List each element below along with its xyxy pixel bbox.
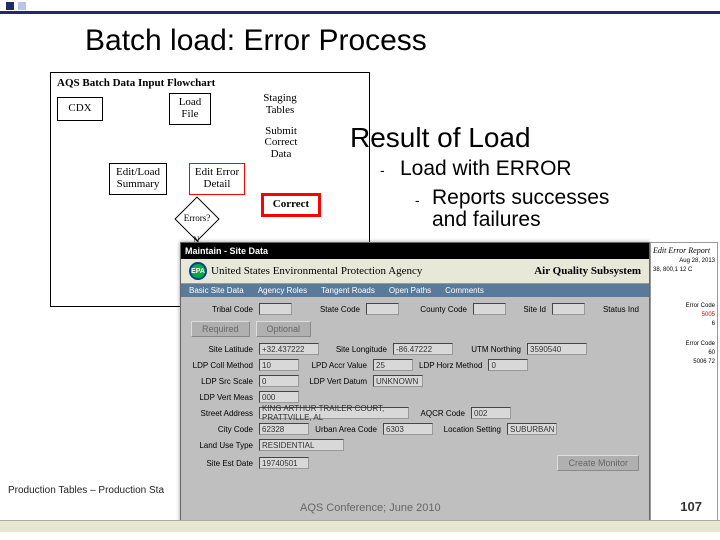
- report-label: Error Code: [653, 303, 715, 309]
- label-vdat: LDP Vert Datum: [305, 377, 367, 386]
- label-lon: Site Longitude: [325, 345, 387, 354]
- flow-editload: Edit/Load Summary: [109, 163, 167, 195]
- app-header: EPA United States Environmental Protecti…: [181, 259, 649, 284]
- subsystem-label: Air Quality Subsystem: [534, 265, 641, 277]
- label-coll: LDP Coll Method: [191, 361, 253, 370]
- result-line1: Load with ERROR: [400, 157, 572, 181]
- input-uar[interactable]: 6303: [383, 423, 433, 435]
- report-val: 5006 72: [653, 359, 715, 365]
- label-hmeth: LDP Horz Method: [419, 361, 482, 370]
- label-setting: Location Setting: [439, 425, 501, 434]
- label-status: Status Ind: [591, 305, 639, 314]
- input-setting[interactable]: SUBURBAN: [507, 423, 557, 435]
- tab-tangent[interactable]: Tangent Roads: [321, 286, 375, 295]
- input-lon[interactable]: -86.47222: [393, 343, 453, 355]
- footer-left: Production Tables – Production Sta: [8, 485, 164, 496]
- flow-submit: Submit Correct Data: [253, 121, 309, 165]
- label-est: Site Est Date: [191, 459, 253, 468]
- report-val: 5005: [653, 312, 715, 318]
- label-lat: Site Latitude: [191, 345, 253, 354]
- input-est[interactable]: 19740501: [259, 457, 309, 469]
- label-land: Land Use Type: [191, 441, 253, 450]
- report-val: 6: [653, 321, 715, 327]
- tab-required[interactable]: Required: [191, 321, 250, 337]
- tab-basic[interactable]: Basic Site Data: [189, 286, 244, 295]
- flow-load: Load File: [169, 93, 211, 125]
- epa-logo-icon: EPA: [189, 262, 207, 280]
- tab-agency[interactable]: Agency Roles: [258, 286, 307, 295]
- flow-heading: AQS Batch Data Input Flowchart: [51, 73, 369, 93]
- taskbar: [0, 520, 720, 532]
- report-date: Aug 28, 2013: [653, 258, 715, 264]
- input-vmeas[interactable]: 000: [259, 391, 299, 403]
- app-window: Maintain - Site Data EPA United States E…: [180, 242, 650, 524]
- input-src[interactable]: 0: [259, 375, 299, 387]
- input-aqcr[interactable]: 002: [471, 407, 511, 419]
- label-utm: UTM Northing: [459, 345, 521, 354]
- label-src: LDP Src Scale: [191, 377, 253, 386]
- input-county[interactable]: [473, 303, 506, 315]
- bullet-dash: -: [380, 162, 385, 178]
- label-acc: LPD Accr Value: [305, 361, 367, 370]
- label-county: County Code: [405, 305, 467, 314]
- tab-optional[interactable]: Optional: [256, 321, 312, 337]
- error-report-preview: Edit Error Report Aug 28, 2013 38, 800,1…: [650, 242, 718, 524]
- input-utm[interactable]: 3590540: [527, 343, 587, 355]
- flow-cdx: CDX: [57, 97, 103, 121]
- input-siteid[interactable]: [552, 303, 585, 315]
- input-hmeth[interactable]: 0: [488, 359, 528, 371]
- input-city[interactable]: 62328: [259, 423, 309, 435]
- result-line2: Reports successes and failures: [432, 187, 609, 231]
- label-aqcr: AQCR Code: [415, 409, 465, 418]
- flow-errors-decision: Errors? N: [175, 213, 219, 243]
- brand-text: United States Environmental Protection A…: [211, 265, 422, 277]
- label-siteid: Site Id: [512, 305, 546, 314]
- input-land[interactable]: RESIDENTIAL: [259, 439, 344, 451]
- input-lat[interactable]: +32.437222: [259, 343, 319, 355]
- input-acc[interactable]: 25: [373, 359, 413, 371]
- input-vdat[interactable]: UNKNOWN: [373, 375, 423, 387]
- footer-conference: AQS Conference; June 2010: [300, 502, 441, 514]
- input-coll[interactable]: 10: [259, 359, 299, 371]
- bullet-dash: -: [415, 192, 420, 208]
- page-title: Batch load: Error Process: [0, 14, 720, 72]
- create-monitor-button[interactable]: Create Monitor: [557, 455, 639, 471]
- input-tribal[interactable]: [259, 303, 292, 315]
- label-addr: Street Address: [191, 409, 253, 418]
- result-heading: Result of Load: [350, 122, 531, 154]
- report-val: 60: [653, 350, 715, 356]
- report-row: 38, 800,1 12 C: [653, 267, 715, 273]
- window-titlebar: Maintain - Site Data: [181, 243, 649, 259]
- flow-staging: Staging Tables: [256, 91, 304, 119]
- label-uar: Urban Area Code: [315, 425, 377, 434]
- tab-comments[interactable]: Comments: [445, 286, 484, 295]
- label-vmeas: LDP Vert Meas: [191, 393, 253, 402]
- input-addr[interactable]: KING ARTHUR TRAILER COURT, PRATTVILLE, A…: [259, 407, 409, 419]
- label-city: City Code: [191, 425, 253, 434]
- flow-correct: Correct: [261, 193, 321, 217]
- label-state: State Code: [298, 305, 360, 314]
- flow-edit-error: Edit Error Detail: [189, 163, 245, 195]
- tab-openpaths[interactable]: Open Paths: [389, 286, 431, 295]
- page-number: 107: [680, 499, 702, 514]
- app-tabs: Basic Site Data Agency Roles Tangent Roa…: [181, 284, 649, 297]
- report-title: Edit Error Report: [653, 246, 715, 255]
- input-state[interactable]: [366, 303, 399, 315]
- label-tribal: Tribal Code: [191, 305, 253, 314]
- report-label: Error Code: [653, 341, 715, 347]
